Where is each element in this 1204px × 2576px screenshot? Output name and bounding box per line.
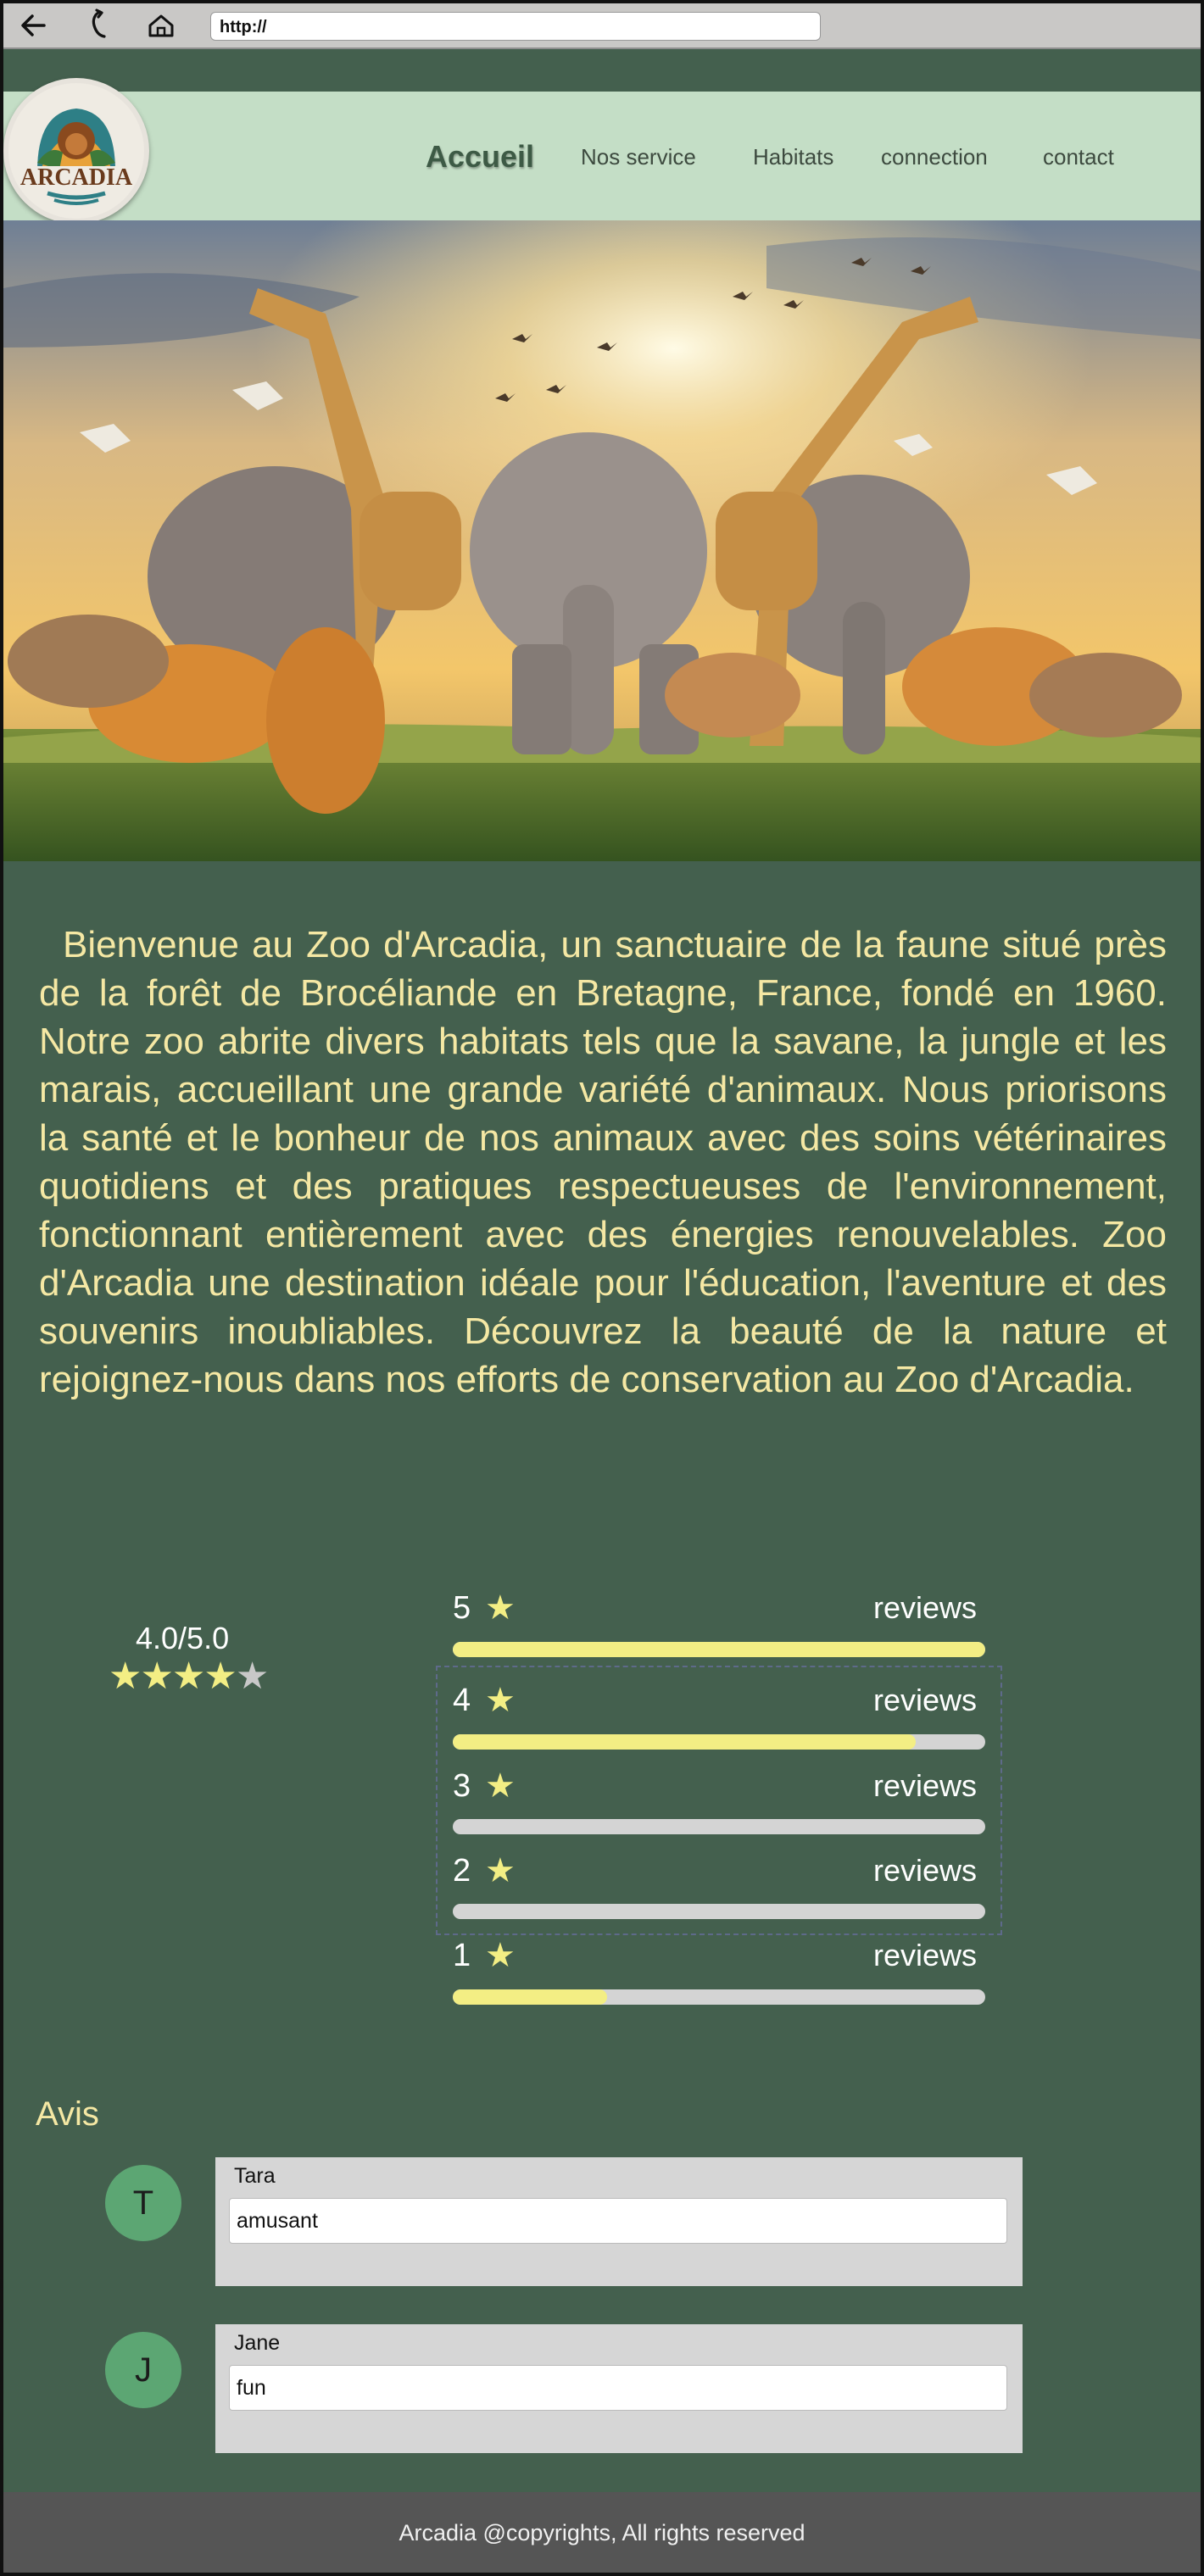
star-icon: ★ xyxy=(485,1937,516,1974)
rating-row-2-label: 2 xyxy=(453,1853,471,1889)
nav-link-habitats[interactable]: Habitats xyxy=(753,144,833,170)
review-author: Tara xyxy=(234,2164,276,2188)
review-text: fun xyxy=(229,2365,1007,2411)
intro-paragraph: Bienvenue au Zoo d'Arcadia, un sanctuair… xyxy=(39,924,1167,1400)
average-stars: ★★★★★ xyxy=(109,1655,269,1698)
rating-bar-2 xyxy=(453,1904,985,1919)
arcadia-logo[interactable]: ARCADIA xyxy=(3,78,149,224)
rating-row-3-reviews: reviews xyxy=(873,1768,978,1803)
review-card: Tara amusant xyxy=(215,2157,1023,2286)
rating-bar-fill xyxy=(453,1734,917,1750)
rating-row-5-label: 5 xyxy=(453,1590,471,1626)
star-icon: ★ xyxy=(485,1682,516,1719)
rating-bar-1 xyxy=(453,1989,985,2005)
logo-emblem-icon: ARCADIA xyxy=(8,83,144,219)
rating-row-1-reviews: reviews xyxy=(873,1938,978,1972)
review-card: Jane fun xyxy=(215,2324,1023,2453)
rating-bar-fill xyxy=(453,1989,608,2005)
nav-link-nos-service[interactable]: Nos service xyxy=(581,144,696,170)
back-arrow-icon[interactable] xyxy=(15,7,53,44)
rating-bar-5 xyxy=(453,1642,985,1657)
review-author: Jane xyxy=(234,2331,281,2355)
nav-link-connection[interactable]: connection xyxy=(881,144,988,170)
star-filled-icon: ★ xyxy=(140,1655,173,1697)
footer: Arcadia @copyrights, All rights reserved xyxy=(0,2492,1204,2576)
rating-row-5-reviews: reviews xyxy=(873,1590,978,1625)
rating-bar-4 xyxy=(453,1734,985,1750)
home-icon[interactable] xyxy=(142,7,180,44)
star-filled-icon: ★ xyxy=(203,1655,237,1697)
logo-text: ARCADIA xyxy=(20,164,133,191)
rating-row-2-reviews: reviews xyxy=(873,1853,978,1888)
url-input[interactable]: http:// xyxy=(210,12,821,41)
rating-row-4-reviews: reviews xyxy=(873,1683,978,1717)
rating-row-1-label: 1 xyxy=(453,1938,471,1973)
reviews-heading: Avis xyxy=(36,2095,99,2133)
browser-toolbar: http:// xyxy=(0,0,1204,49)
avatar: T xyxy=(105,2165,181,2241)
nav-link-accueil[interactable]: Accueil xyxy=(426,139,534,175)
review-text: amusant xyxy=(229,2198,1007,2244)
star-filled-icon: ★ xyxy=(171,1655,205,1697)
rating-bar-3 xyxy=(453,1819,985,1834)
star-icon: ★ xyxy=(485,1589,516,1627)
star-icon: ★ xyxy=(485,1767,516,1805)
star-icon: ★ xyxy=(485,1852,516,1889)
avatar: J xyxy=(105,2332,181,2408)
rating-row-3-label: 3 xyxy=(453,1768,471,1804)
rating-row-4-label: 4 xyxy=(453,1683,471,1718)
star-filled-icon: ★ xyxy=(109,1655,142,1697)
average-rating: 4.0/5.0 xyxy=(136,1621,230,1655)
rating-bar-fill xyxy=(453,1642,985,1657)
nav-link-contact[interactable]: contact xyxy=(1043,144,1114,170)
reload-icon[interactable] xyxy=(80,7,117,44)
star-empty-icon: ★ xyxy=(235,1655,269,1697)
hero-animals-image xyxy=(3,220,1201,861)
